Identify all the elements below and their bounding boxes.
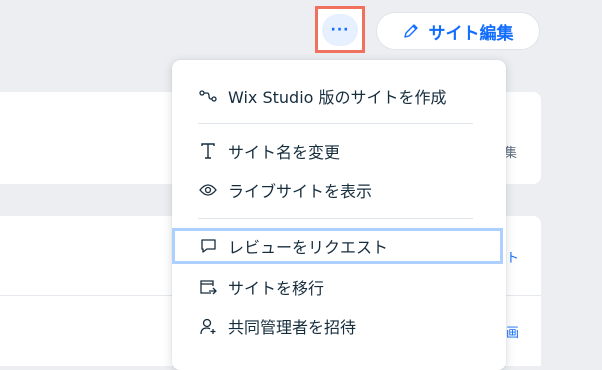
eye-icon <box>198 180 218 200</box>
add-person-icon <box>198 316 218 336</box>
menu-divider <box>198 218 473 219</box>
peek-link[interactable]: ト <box>506 247 519 266</box>
edit-site-button[interactable]: サイト編集 <box>376 12 540 50</box>
menu-item-request-review[interactable]: レビューをリクエスト <box>172 228 503 264</box>
menu-item-view-live-site[interactable]: ライブサイトを表示 <box>172 172 506 208</box>
more-dots-icon: ··· <box>322 13 358 46</box>
more-actions-button[interactable]: ··· <box>315 6 365 53</box>
pencil-icon <box>403 23 419 39</box>
menu-item-create-studio-version[interactable]: Wix Studio 版のサイトを作成 <box>172 78 506 114</box>
text-t-icon <box>198 141 218 161</box>
menu-item-rename-site[interactable]: サイト名を変更 <box>172 133 506 169</box>
transfer-icon <box>198 277 218 297</box>
menu-item-label: サイト名を変更 <box>228 143 341 162</box>
peek-link[interactable]: 画 <box>506 322 519 341</box>
edit-site-label: サイト編集 <box>428 23 514 44</box>
menu-item-transfer-site[interactable]: サイトを移行 <box>172 269 506 305</box>
menu-item-label: レビューをリクエスト <box>228 238 389 257</box>
site-actions-menu: Wix Studio 版のサイトを作成 サイト名を変更 ライブサイトを表示 レビ… <box>172 60 506 370</box>
menu-item-label: 共同管理者を招待 <box>228 318 357 337</box>
menu-item-label: ライブサイトを表示 <box>228 182 373 201</box>
menu-item-invite-collaborator[interactable]: 共同管理者を招待 <box>172 308 506 344</box>
menu-divider <box>198 123 473 124</box>
menu-item-label: サイトを移行 <box>228 279 325 298</box>
flow-nodes-icon <box>198 86 218 106</box>
menu-item-label: Wix Studio 版のサイトを作成 <box>228 88 447 107</box>
comment-icon <box>198 236 218 256</box>
